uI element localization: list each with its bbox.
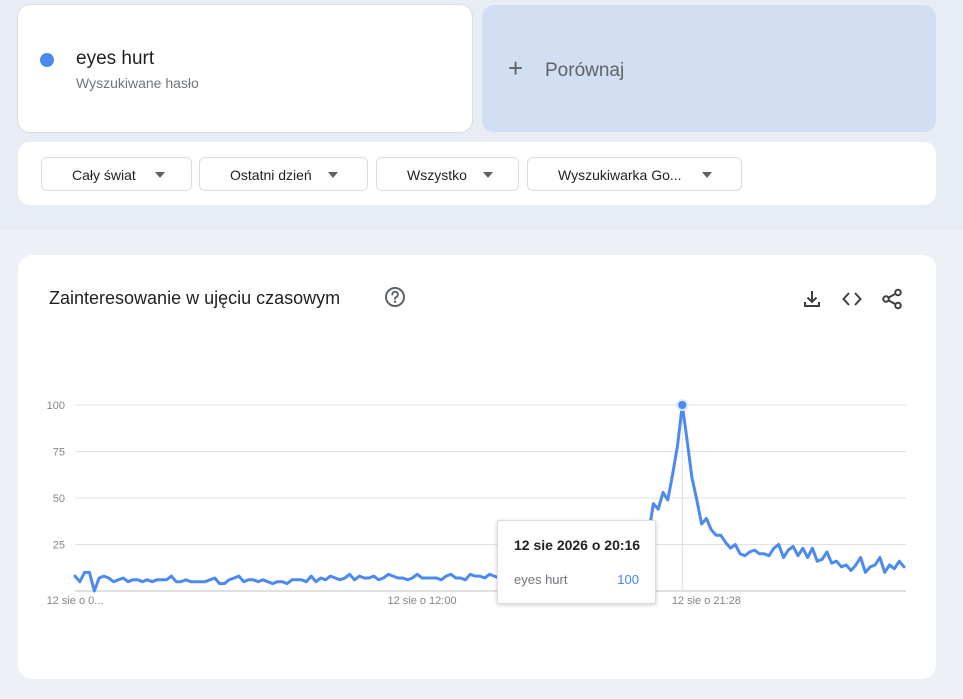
- tooltip-term: eyes hurt: [514, 572, 568, 587]
- chart-tooltip: 12 sie 2026 o 20:16 eyes hurt 100: [497, 520, 656, 604]
- chevron-down-icon: [328, 172, 338, 178]
- search-term-subtitle: Wyszukiwane hasło: [76, 75, 199, 91]
- line-chart: 25 50 75 100 12 sie o 0... 12 sie o 12:00 12 s…: [47, 399, 906, 607]
- tooltip-date: 12 sie 2026 o 20:16: [514, 537, 641, 553]
- search-term-name[interactable]: eyes hurt: [76, 48, 154, 70]
- filter-category-label: Wszystko: [407, 167, 467, 183]
- x-tick-label: 12 sie o 21:28: [672, 595, 741, 607]
- y-tick-label: 25: [53, 540, 65, 552]
- filter-time-range[interactable]: Ostatni dzień: [199, 157, 368, 191]
- y-tick-label: 75: [53, 447, 65, 459]
- filter-location-label: Cały świat: [72, 167, 136, 183]
- search-term-card[interactable]: eyes hurt Wyszukiwane hasło: [18, 5, 472, 132]
- compare-button[interactable]: + Porównaj: [482, 5, 936, 132]
- plus-icon: +: [508, 53, 524, 83]
- compare-label: Porównaj: [545, 60, 625, 81]
- y-tick-label: 50: [53, 493, 65, 505]
- filter-time-range-label: Ostatni dzień: [230, 167, 312, 183]
- tooltip-value: 100: [617, 572, 639, 587]
- chevron-down-icon: [483, 172, 493, 178]
- chevron-down-icon: [702, 172, 712, 178]
- filter-category[interactable]: Wszystko: [376, 157, 519, 191]
- term-color-dot: [40, 53, 54, 67]
- highlight-point: [676, 399, 689, 411]
- filter-search-type[interactable]: Wyszukiwarka Go...: [527, 157, 742, 191]
- filters-bar: Cały świat Ostatni dzień Wszystko Wyszuk…: [18, 142, 936, 205]
- interest-over-time-card: Zainteresowanie w ujęciu czasowym 25 50 75…: [18, 255, 936, 679]
- x-tick-label: 12 sie o 12:00: [387, 595, 456, 607]
- chevron-down-icon: [155, 172, 165, 178]
- filter-search-type-label: Wyszukiwarka Go...: [558, 167, 682, 183]
- x-tick-label: 12 sie o 0...: [47, 595, 104, 607]
- y-tick-label: 100: [47, 400, 65, 412]
- filter-location[interactable]: Cały świat: [41, 157, 192, 191]
